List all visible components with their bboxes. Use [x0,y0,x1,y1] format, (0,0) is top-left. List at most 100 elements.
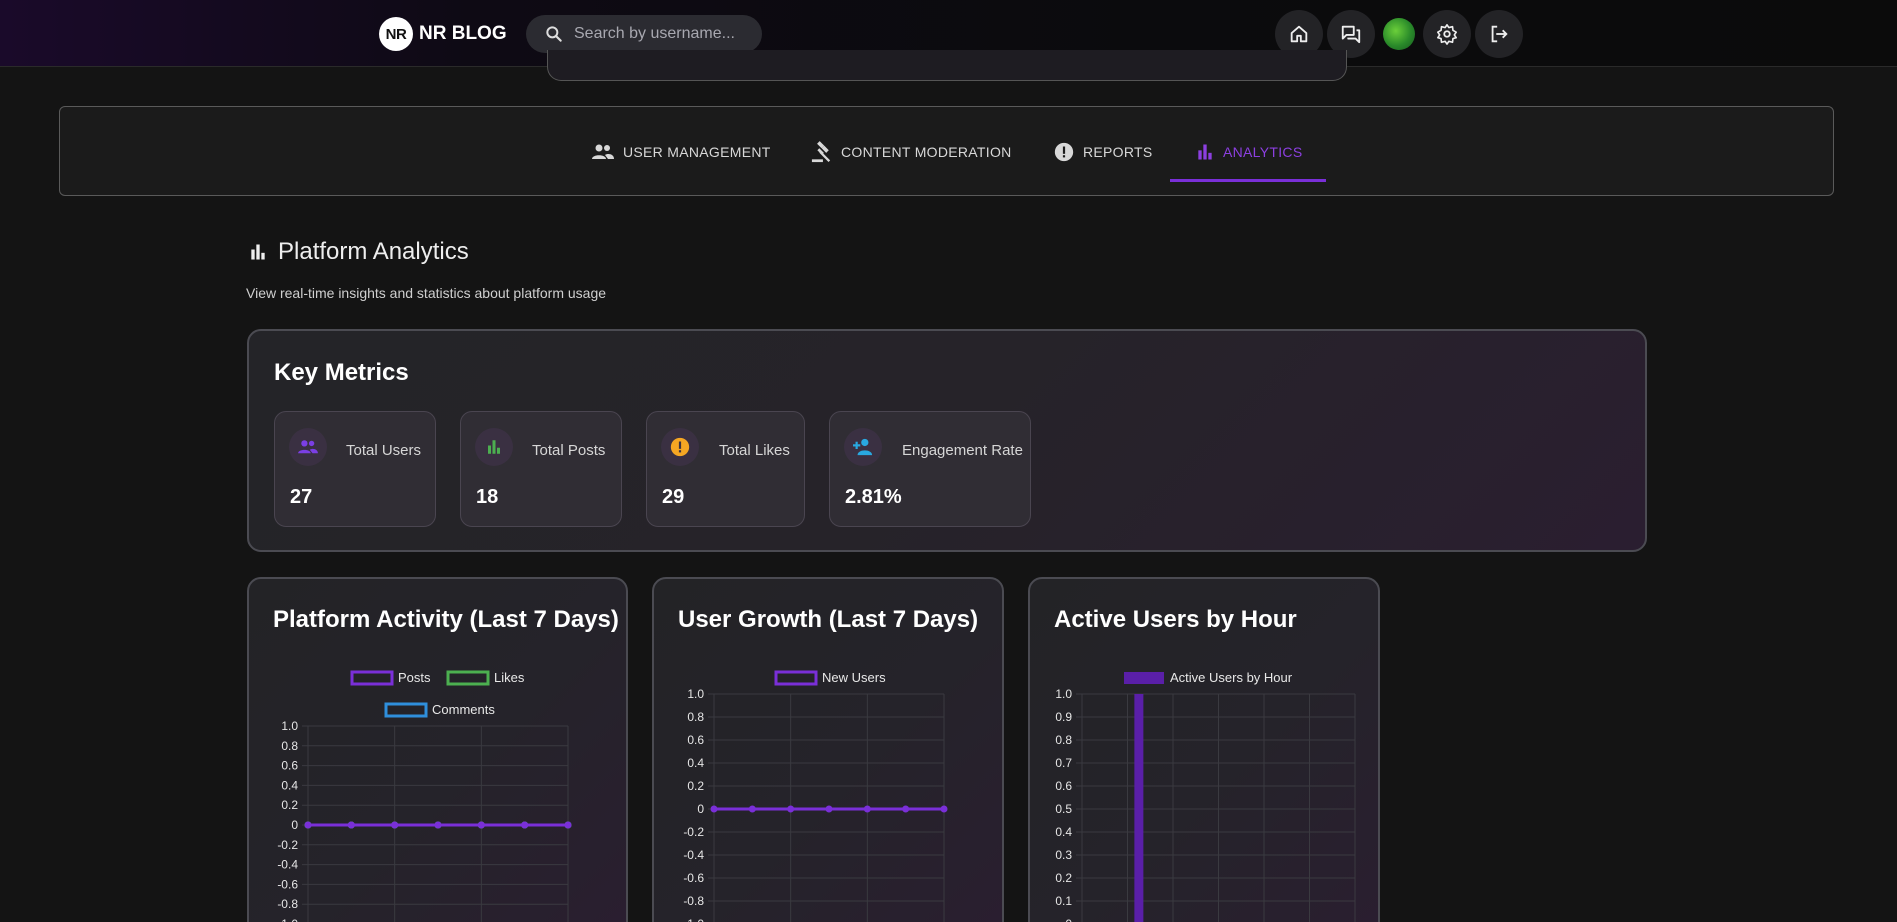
metric-total-users: Total Users 27 [274,411,436,527]
data-point [304,821,312,829]
gavel-icon [811,141,831,163]
data-point [748,805,756,813]
y-tick-label: 0.8 [281,739,298,753]
y-tick-label: 1.0 [281,719,298,733]
logout-button[interactable] [1475,10,1523,58]
search-input[interactable] [574,25,744,43]
data-point [564,821,572,829]
bar-chart-icon [475,428,513,466]
legend-label: Likes [494,670,525,685]
y-tick-label: 0.1 [1055,894,1072,908]
y-tick-label: -0.6 [683,871,704,885]
user-growth-chart: 1.0 0.8 0.6 0.4 0.2 0 -0.2 -0.4 -0.6 -0.8 -1.0 New … [683,670,948,922]
avatar[interactable] [1383,18,1415,50]
metric-label: Total Posts [532,442,606,459]
y-tick-label: -0.8 [277,897,298,911]
legend-swatch [350,670,394,686]
data-point [347,821,355,829]
y-tick-label: -0.2 [277,838,298,852]
y-tick-label: 0.4 [687,756,704,770]
y-tick-label: -0.2 [683,825,704,839]
legend-label: Comments [432,702,495,717]
y-tick-label: 0.9 [1055,710,1072,724]
y-tick-label: 0.6 [687,733,704,747]
bar [1134,694,1144,922]
key-metrics-title: Key Metrics [274,359,409,386]
legend-label: Posts [398,670,431,685]
data-point [434,821,442,829]
logo[interactable]: NR NR BLOG [379,17,507,51]
data-point [521,821,529,829]
y-tick-label: 0 [697,802,704,816]
metric-value: 29 [662,486,685,508]
data-point [710,805,718,813]
y-tick-label: 0.4 [281,778,298,792]
tab-content-moderation[interactable]: CONTENT MODERATION [811,107,1012,197]
legend-swatch [446,670,490,686]
metric-value: 2.81% [845,486,902,508]
tab-user-management[interactable]: USER MANAGEMENT [591,107,771,197]
alert-icon [661,428,699,466]
tab-label: ANALYTICS [1223,144,1303,160]
y-tick-label: -0.4 [277,858,298,872]
metric-value: 27 [290,486,313,508]
tab-label: REPORTS [1083,144,1153,160]
logo-badge: NR [379,17,413,51]
page-subtitle: View real-time insights and statistics a… [246,285,607,301]
active-tab-indicator [1170,179,1326,182]
y-tick-label: 0.2 [1055,871,1072,885]
data-point [391,821,399,829]
y-tick-label: -0.4 [683,848,704,862]
y-tick-label: 0.4 [1055,825,1072,839]
y-tick-label: 0.8 [687,710,704,724]
alert-icon [1054,142,1074,162]
data-point [477,821,485,829]
person-add-icon [844,428,882,466]
metric-engagement-rate: Engagement Rate 2.81% [829,411,1031,527]
key-metrics-card: Key Metrics Total Users 27 Total Posts 1… [247,329,1647,552]
logo-text: NR BLOG [419,23,507,44]
data-point [940,805,948,813]
y-tick-label: -1.0 [683,917,704,922]
search-icon [546,26,562,42]
tab-label: USER MANAGEMENT [623,144,771,160]
legend-label: New Users [822,670,886,685]
admin-tabs: USER MANAGEMENT CONTENT MODERATION REPOR… [59,106,1834,196]
y-tick-label: 0.2 [687,779,704,793]
y-tick-label: -0.8 [683,894,704,908]
tab-label: CONTENT MODERATION [841,144,1012,160]
data-point [787,805,795,813]
metric-value: 18 [476,486,499,508]
metric-total-posts: Total Posts 18 [460,411,622,527]
data-point [863,805,871,813]
y-tick-label: 0.8 [1055,733,1072,747]
page-title-text: Platform Analytics [278,238,469,265]
y-tick-label: 0.5 [1055,802,1072,816]
search-bar [526,15,762,53]
page-title: Platform Analytics [248,238,469,266]
y-tick-label: 0.6 [281,759,298,773]
legend-swatch [774,670,818,686]
data-point [825,805,833,813]
tab-analytics[interactable]: ANALYTICS [1195,107,1302,197]
chart-card-active-users-by-hour: Active Users by Hour 1.0 0.9 0.8 0.7 0.6 0.5 0… [1028,577,1380,922]
metric-label: Total Users [346,442,422,459]
metric-label: Total Likes [719,442,790,459]
y-tick-label: 0.7 [1055,756,1072,770]
legend-swatch [1124,672,1164,684]
y-tick-label: 0.3 [1055,848,1072,862]
settings-button[interactable] [1423,10,1471,58]
y-tick-label: 0.2 [281,798,298,812]
y-tick-label: -0.6 [277,877,298,891]
bar-chart-icon [251,244,265,260]
chart-card-platform-activity: Platform Activity (Last 7 Days) 1.0 0.8 0.… [247,577,628,922]
bar-chart-icon [1198,144,1212,160]
platform-activity-chart: 1.0 0.8 0.6 0.4 0.2 0 -0.2 -0.4 -0.6 -0.8 -1.0 Post… [277,670,572,922]
people-icon [592,144,614,159]
tab-reports[interactable]: REPORTS [1053,107,1153,197]
y-tick-label: -1.0 [277,917,298,922]
legend-swatch [384,702,428,718]
active-users-by-hour-chart: 1.0 0.9 0.8 0.7 0.6 0.5 0.4 0.3 0.2 0.1 0 Active Us… [1055,670,1356,922]
y-tick-label: 0 [1065,917,1072,922]
people-icon [289,428,327,466]
